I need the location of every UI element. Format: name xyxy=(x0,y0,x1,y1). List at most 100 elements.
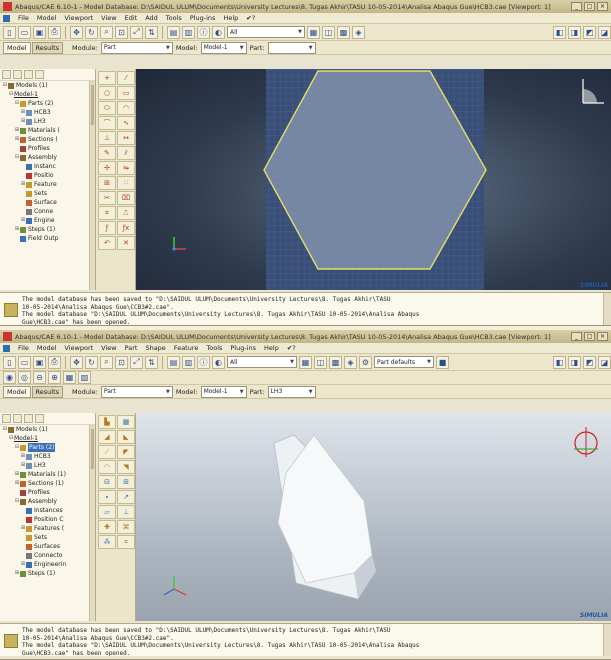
tab-results[interactable]: Results xyxy=(31,385,64,398)
tree-node[interactable]: ⊟ Models (1) xyxy=(0,425,95,434)
offset-tool-icon[interactable]: ⫽ xyxy=(117,146,135,160)
rectangle-tool-icon[interactable]: ▭ xyxy=(117,86,135,100)
tree-node[interactable]: ⊞ Sections ( xyxy=(0,135,95,144)
menu-plugins[interactable]: Plug-ins xyxy=(230,344,256,352)
datum-plane-icon[interactable]: ▱ xyxy=(98,505,116,519)
menu-model[interactable]: Model xyxy=(37,14,57,22)
menu-help[interactable]: Help xyxy=(264,344,279,352)
part-canvas[interactable] xyxy=(136,413,611,621)
rotate-icon[interactable]: ↻ xyxy=(85,355,98,369)
box-zoom-icon[interactable]: ⊡ xyxy=(115,355,128,369)
layers-icon[interactable]: ▥ xyxy=(182,355,195,369)
pattern-tool-icon[interactable]: ⊞ xyxy=(98,176,116,190)
mirror-tool-icon[interactable]: ⇋ xyxy=(117,161,135,175)
tree-node[interactable]: ⊞ Engineerin xyxy=(0,560,95,569)
attachment-icon[interactable]: ⌗ xyxy=(117,535,135,549)
tree-expand-icon[interactable] xyxy=(13,70,22,79)
remove-icon[interactable]: ⊖ xyxy=(33,371,46,384)
view-top-icon[interactable]: ◩ xyxy=(583,355,596,369)
create-wire-icon[interactable]: ⟋ xyxy=(98,445,116,459)
auto-fit-icon[interactable]: ⤢ xyxy=(130,25,143,39)
cycle-icon[interactable]: ⇅ xyxy=(145,355,158,369)
menu-view[interactable]: View xyxy=(101,344,116,352)
save-icon[interactable]: ▣ xyxy=(33,25,46,39)
project-edges-icon[interactable]: ⎍ xyxy=(117,206,135,220)
tree-options-icon[interactable] xyxy=(35,70,44,79)
part-combo[interactable]: LH3 ▼ xyxy=(267,385,316,398)
close-button[interactable]: × xyxy=(597,332,608,341)
message-scrollbar[interactable] xyxy=(603,624,611,656)
ellipse-tool-icon[interactable]: ⬭ xyxy=(98,101,116,115)
tree-node[interactable]: Position C xyxy=(0,515,95,524)
part-manager-icon[interactable]: ▦ xyxy=(117,415,135,429)
cycle-icon[interactable]: ⇅ xyxy=(145,25,158,39)
message-area-icon[interactable] xyxy=(4,303,18,317)
save-icon[interactable]: ▣ xyxy=(33,355,46,369)
tree-node[interactable]: ⊞ Steps (1) xyxy=(0,225,95,234)
views-icon[interactable]: ▤ xyxy=(167,25,180,39)
query-icon[interactable]: ⓘ xyxy=(197,355,210,369)
tree-node[interactable]: ⊟ Parts (2) xyxy=(0,99,95,108)
render-style-icon[interactable]: ◐ xyxy=(212,355,225,369)
close-button[interactable]: × xyxy=(597,2,608,11)
view-top-icon[interactable]: ◩ xyxy=(583,25,596,39)
tree-node[interactable]: ⊟ Assembly xyxy=(0,153,95,162)
tree-node[interactable]: Connecto xyxy=(0,551,95,560)
print-icon[interactable]: ⎙ xyxy=(48,355,61,369)
tab-results[interactable]: Results xyxy=(31,41,64,54)
menu-part[interactable]: Part xyxy=(125,344,138,352)
module-combo[interactable]: Part ▼ xyxy=(100,385,173,398)
circle-tool-icon[interactable]: ○ xyxy=(98,86,116,100)
partition-cell-icon[interactable]: ⊞ xyxy=(117,475,135,489)
tree-node[interactable]: ⊞ Sections (1) xyxy=(0,479,95,488)
render-combo[interactable]: All ▼ xyxy=(227,26,305,38)
parameter-tool-icon[interactable]: ƒ xyxy=(98,221,116,235)
query-icon[interactable]: ⓘ xyxy=(197,25,210,39)
mesh-display-icon[interactable]: ▩ xyxy=(329,355,342,369)
tree-node[interactable]: Surfaces xyxy=(0,542,95,551)
tree-collapse-icon[interactable] xyxy=(24,414,33,423)
model-combo[interactable]: Model-1 ▼ xyxy=(200,385,247,398)
tree-scrollbar[interactable] xyxy=(89,425,95,621)
tree-node[interactable]: ⊞ Engine xyxy=(0,216,95,225)
tree-node[interactable]: Positio xyxy=(0,171,95,180)
viewport-1[interactable] xyxy=(136,69,611,290)
part-defaults-combo[interactable]: Part defaults ▼ xyxy=(374,356,434,368)
menu-feature[interactable]: Feature xyxy=(174,344,199,352)
array-tool-icon[interactable]: ⁙ xyxy=(117,176,135,190)
view-right-icon[interactable]: ◪ xyxy=(598,355,611,369)
menu-view[interactable]: View xyxy=(101,14,116,22)
viewport-1[interactable] xyxy=(136,413,611,621)
tree-node[interactable]: Conne xyxy=(0,207,95,216)
color-code-icon[interactable]: ◈ xyxy=(352,25,365,39)
maximize-button[interactable]: □ xyxy=(584,332,595,341)
constraint-tool-icon[interactable]: ⊥ xyxy=(98,131,116,145)
menu-add[interactable]: Add xyxy=(145,14,158,22)
translate-tool-icon[interactable]: ✢ xyxy=(98,161,116,175)
model-combo[interactable]: Model-1 ▼ xyxy=(200,41,247,54)
tree-scrollbar[interactable] xyxy=(89,81,95,290)
tree-options-icon[interactable] xyxy=(35,414,44,423)
selection-icon[interactable]: ◫ xyxy=(314,355,327,369)
menu-tools[interactable]: Tools xyxy=(166,14,182,22)
layers-icon[interactable]: ▥ xyxy=(182,25,195,39)
tree-node[interactable]: ⊞ HCB3 xyxy=(0,108,95,117)
tree-node[interactable]: Field Outp xyxy=(0,234,95,243)
tab-model[interactable]: Model xyxy=(3,41,31,54)
trim-tool-icon[interactable]: ✂ xyxy=(98,191,116,205)
tree-node[interactable]: Sets xyxy=(0,533,95,542)
zoom-icon[interactable]: ⌕ xyxy=(100,25,113,39)
create-cut-icon[interactable]: ◤ xyxy=(117,445,135,459)
create-solid-extrude-icon[interactable]: ◢ xyxy=(98,430,116,444)
tree-node[interactable]: ⊞ LH3 xyxy=(0,117,95,126)
new-icon[interactable]: ▯ xyxy=(3,355,16,369)
color-mapping-icon[interactable]: ■ xyxy=(436,355,449,369)
render-style-icon[interactable]: ◐ xyxy=(212,25,225,39)
tree-node[interactable]: ⊞ Steps (1) xyxy=(0,569,95,578)
query-geometry-icon[interactable]: ⁂ xyxy=(98,535,116,549)
menu-tools[interactable]: Tools xyxy=(206,344,222,352)
tree-node[interactable]: Instances xyxy=(0,506,95,515)
tree-filter-icon[interactable] xyxy=(2,70,11,79)
selection-filter-icon[interactable]: ▦ xyxy=(299,355,312,369)
rotate-icon[interactable]: ↻ xyxy=(85,25,98,39)
